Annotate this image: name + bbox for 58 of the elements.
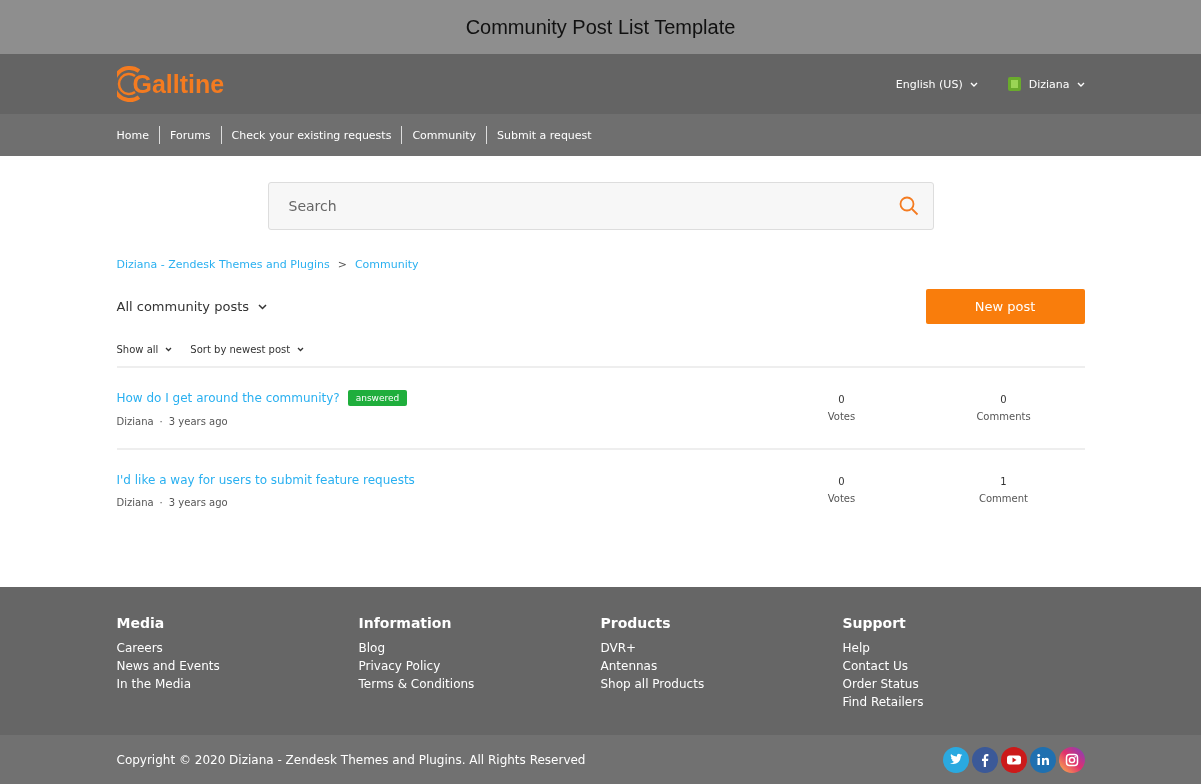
- post-time: 3 years ago: [168, 415, 228, 427]
- footer-link[interactable]: Careers: [116, 641, 359, 655]
- chevron-down-icon: [969, 81, 978, 87]
- footer-link[interactable]: Antennas: [600, 659, 843, 673]
- footer-link[interactable]: Blog: [358, 641, 601, 655]
- linkedin-icon[interactable]: [1029, 746, 1056, 773]
- footer-heading: Information: [358, 615, 453, 631]
- post-time: 3 years ago: [168, 496, 228, 508]
- meta-separator: ·: [159, 415, 163, 427]
- status-badge: answered: [347, 389, 408, 406]
- comments-label: Comment: [979, 493, 1028, 504]
- nav-link[interactable]: Home: [116, 128, 149, 142]
- meta-separator: ·: [159, 496, 163, 508]
- footer-link[interactable]: Privacy Policy: [358, 659, 601, 673]
- post-author: Diziana: [116, 496, 154, 508]
- search-icon: [898, 196, 919, 216]
- footer-link[interactable]: Order Status: [842, 677, 1085, 691]
- votes-label: Votes: [827, 411, 856, 422]
- breadcrumb-separator: >: [337, 258, 347, 271]
- comment-count: 0: [1000, 394, 1007, 405]
- votes-label: Votes: [827, 493, 856, 504]
- twitter-icon[interactable]: [942, 746, 969, 773]
- vote-count: 0: [838, 476, 845, 487]
- comments-label: Comments: [976, 411, 1031, 422]
- avatar-icon: [1007, 76, 1022, 92]
- footer-link[interactable]: Find Retailers: [842, 695, 1085, 709]
- copyright-text: Copyright © 2020 Diziana - Zendesk Themes and Plugins. All Rights Reserved: [116, 752, 586, 767]
- search-field[interactable]: Search: [267, 182, 934, 230]
- filter-dropdown[interactable]: All community posts: [116, 299, 268, 314]
- nav-link[interactable]: Submit a request: [497, 128, 592, 142]
- sort-dropdown[interactable]: Sort by newest post: [190, 344, 305, 355]
- facebook-icon[interactable]: [971, 746, 998, 773]
- nav-link[interactable]: Community: [412, 128, 477, 142]
- footer-heading: Support: [842, 615, 907, 631]
- footer-link[interactable]: Shop all Products: [600, 677, 843, 691]
- footer-link[interactable]: News and Events: [116, 659, 359, 673]
- chevron-down-icon: [1076, 81, 1085, 87]
- vote-count: 0: [838, 394, 845, 405]
- footer-link[interactable]: In the Media: [116, 677, 359, 691]
- instagram-icon[interactable]: [1058, 746, 1085, 773]
- language-dropdown[interactable]: English (US): [895, 76, 978, 92]
- footer-heading: Media: [116, 615, 166, 631]
- sort-dropdown[interactable]: Show all: [116, 344, 173, 355]
- post-author: Diziana: [116, 415, 154, 427]
- youtube-icon[interactable]: [1000, 746, 1027, 773]
- comment-count: 1: [1000, 476, 1007, 487]
- footer-heading: Products: [600, 615, 672, 631]
- nav-link[interactable]: Forums: [170, 128, 211, 142]
- window-title: Community Post List Template: [465, 15, 736, 39]
- footer-link[interactable]: Terms & Conditions: [358, 677, 601, 691]
- user-menu[interactable]: Diziana: [1007, 76, 1085, 92]
- footer-link[interactable]: Help: [842, 641, 1085, 655]
- chevron-down-icon: [165, 347, 173, 352]
- nav-link[interactable]: Check your existing requests: [231, 128, 392, 142]
- footer-link[interactable]: Contact Us: [842, 659, 1085, 673]
- chevron-down-icon: [258, 303, 268, 310]
- footer-link[interactable]: DVR+: [600, 641, 843, 655]
- chevron-down-icon: [297, 347, 305, 352]
